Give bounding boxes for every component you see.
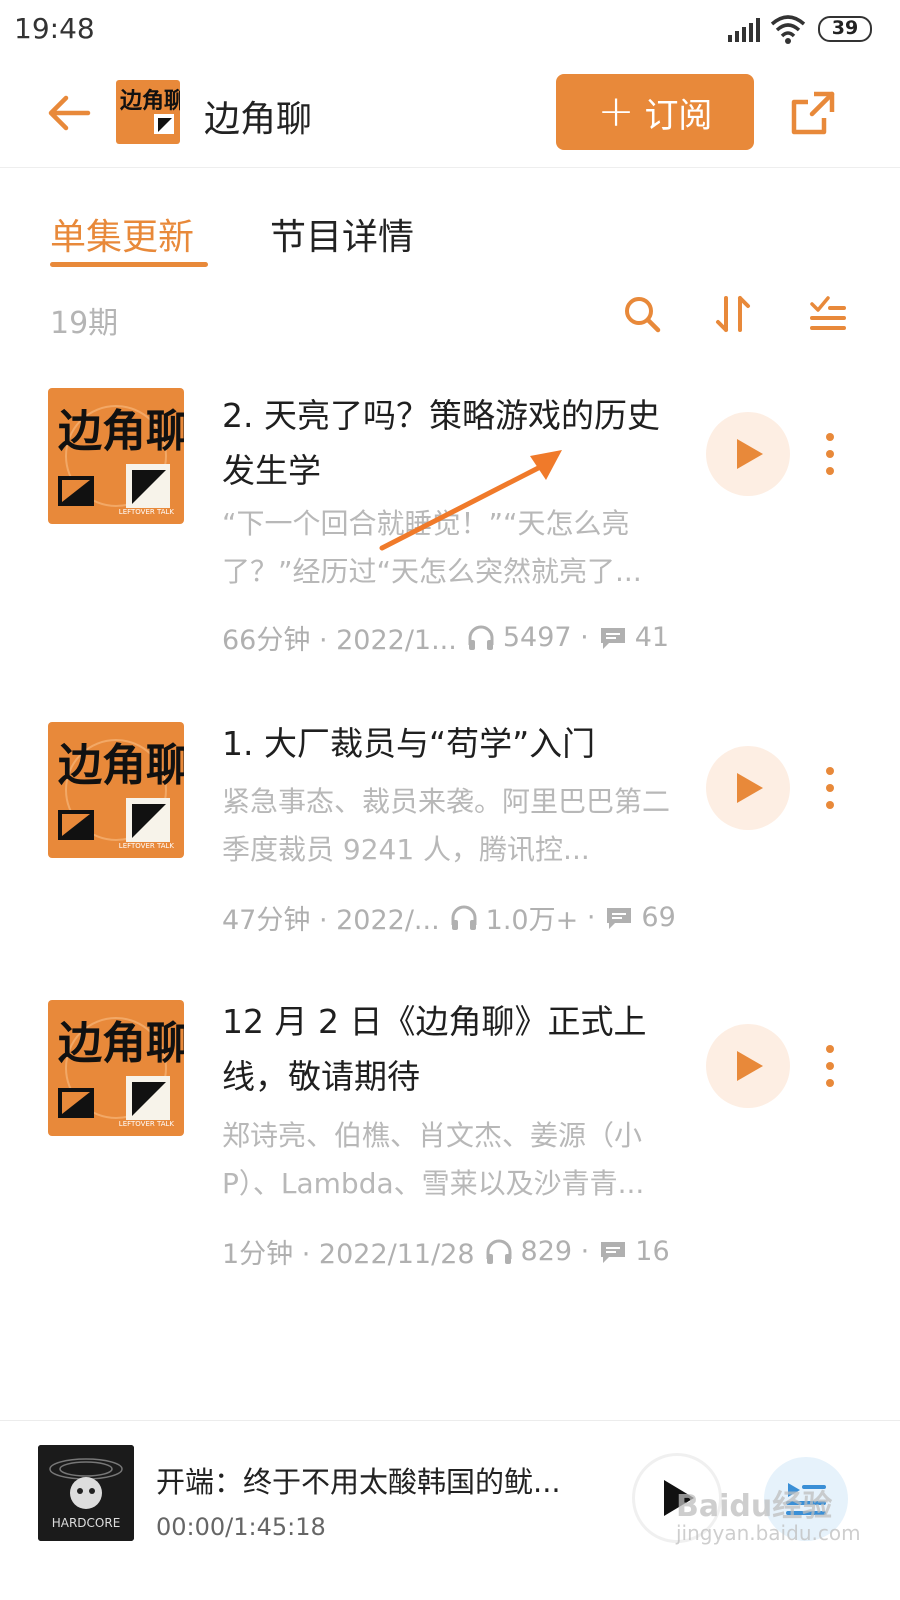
episode-plays: 1.0万+ (485, 905, 579, 936)
episode-count: 19期 (50, 306, 119, 341)
status-bar: 19:48 39 (0, 0, 900, 62)
episode-duration-date: 66分钟 · 2022/1... (222, 625, 457, 656)
svg-text:LEFTOVER TALK: LEFTOVER TALK (119, 842, 175, 850)
comment-icon (607, 907, 632, 929)
filter-list-icon[interactable] (808, 294, 848, 334)
episode-play-button[interactable] (706, 746, 790, 830)
mini-player[interactable]: HARDCORE 开端：终于不用太酸韩国的鱿... 00:00/1:45:18 … (0, 1420, 900, 1600)
podcast-header: 边角聊 边角聊 + 订阅 (0, 62, 900, 168)
watermark-logo: Baidu经验 (676, 1489, 833, 1524)
search-icon[interactable] (622, 294, 662, 334)
svg-text:边角聊: 边角聊 (58, 740, 184, 791)
more-vertical-icon[interactable] (820, 766, 840, 810)
svg-text:边角聊: 边角聊 (58, 1018, 184, 1069)
subscribe-label: 订阅 (644, 95, 713, 136)
status-time: 19:48 (14, 12, 95, 45)
plus-icon: + (597, 86, 635, 137)
tab-details[interactable]: 节目详情 (270, 208, 414, 260)
episode-item[interactable]: 边角聊 LEFTOVER TALK 12 月 2 日《边角聊》正式上线，敬请期待… (0, 1000, 900, 1290)
comment-icon (600, 627, 625, 649)
more-vertical-icon[interactable] (820, 432, 840, 476)
episode-play-button[interactable] (706, 1024, 790, 1108)
episode-title[interactable]: 12 月 2 日《边角聊》正式上线，敬请期待 (222, 994, 682, 1104)
signal-icon (728, 18, 760, 42)
podcast-title: 边角聊 (204, 99, 313, 140)
tab-episodes[interactable]: 单集更新 (50, 208, 194, 260)
episode-plays: 5497 (502, 622, 572, 653)
wifi-icon (770, 15, 806, 44)
svg-text:边角聊: 边角聊 (58, 406, 184, 457)
svg-text:LEFTOVER TALK: LEFTOVER TALK (119, 1120, 175, 1128)
battery-indicator: 39 (818, 16, 872, 42)
svg-text:LEFTOVER TALK: LEFTOVER TALK (119, 508, 175, 516)
podcast-thumbnail: 边角聊 (116, 80, 180, 144)
episode-meta: 47分钟 · 2022/... 1.0万+ · 69 (222, 898, 684, 937)
annotation-arrow (379, 450, 562, 551)
active-tab-indicator (50, 262, 208, 267)
now-playing-time: 00:00/1:45:18 (156, 1513, 326, 1541)
play-icon (737, 439, 763, 469)
episode-description: 紧急事态、裁员来袭。阿里巴巴第二季度裁员 9241 人，腾讯控... (222, 785, 671, 866)
sort-icon[interactable] (714, 294, 754, 334)
episode-comments: 69 (641, 902, 676, 933)
meta-separator: · (572, 1236, 590, 1267)
meta-separator: · (578, 902, 596, 933)
play-icon (737, 773, 763, 803)
play-icon (737, 1051, 763, 1081)
episode-item[interactable]: 边角聊 LEFTOVER TALK 1. 大厂裁员与“苟学”入门 紧急事态、裁员… (0, 722, 900, 982)
episode-cover: 边角聊 LEFTOVER TALK (48, 1000, 184, 1136)
episode-plays: 829 (520, 1236, 573, 1267)
episode-duration-date: 47分钟 · 2022/... (222, 905, 440, 936)
episode-play-button[interactable] (706, 412, 790, 496)
headphones-icon (451, 905, 477, 930)
comment-icon (601, 1241, 626, 1263)
episode-meta: 1分钟 · 2022/11/28 829 · 16 (222, 1232, 684, 1271)
meta-separator: · (571, 622, 589, 653)
share-icon[interactable] (788, 88, 838, 138)
episode-cover: 边角聊 LEFTOVER TALK (48, 388, 184, 524)
svg-text:边角聊: 边角聊 (119, 88, 180, 114)
episode-title[interactable]: 1. 大厂裁员与“苟学”入门 (222, 716, 682, 771)
now-playing-title[interactable]: 开端：终于不用太酸韩国的鱿... (156, 1459, 596, 1501)
episode-cover: 边角聊 LEFTOVER TALK (48, 722, 184, 858)
back-arrow-icon[interactable] (44, 88, 94, 138)
headphones-icon (468, 625, 494, 650)
headphones-icon (486, 1239, 512, 1264)
svg-text:HARDCORE: HARDCORE (52, 1516, 121, 1530)
episode-duration-date: 1分钟 · 2022/11/28 (222, 1239, 475, 1270)
episode-comments: 16 (635, 1236, 670, 1267)
episode-comments: 41 (634, 622, 670, 653)
subscribe-button[interactable]: + 订阅 (556, 74, 754, 150)
watermark-url: jingyan.baidu.com (676, 1521, 861, 1545)
episode-meta: 66分钟 · 2022/1... 5497 · 41 (222, 618, 684, 657)
now-playing-cover: HARDCORE (38, 1445, 134, 1541)
episode-description: 郑诗亮、伯樵、肖文杰、姜源（小P）、Lambda、雪莱以及沙青青... (222, 1119, 645, 1200)
more-vertical-icon[interactable] (820, 1044, 840, 1088)
